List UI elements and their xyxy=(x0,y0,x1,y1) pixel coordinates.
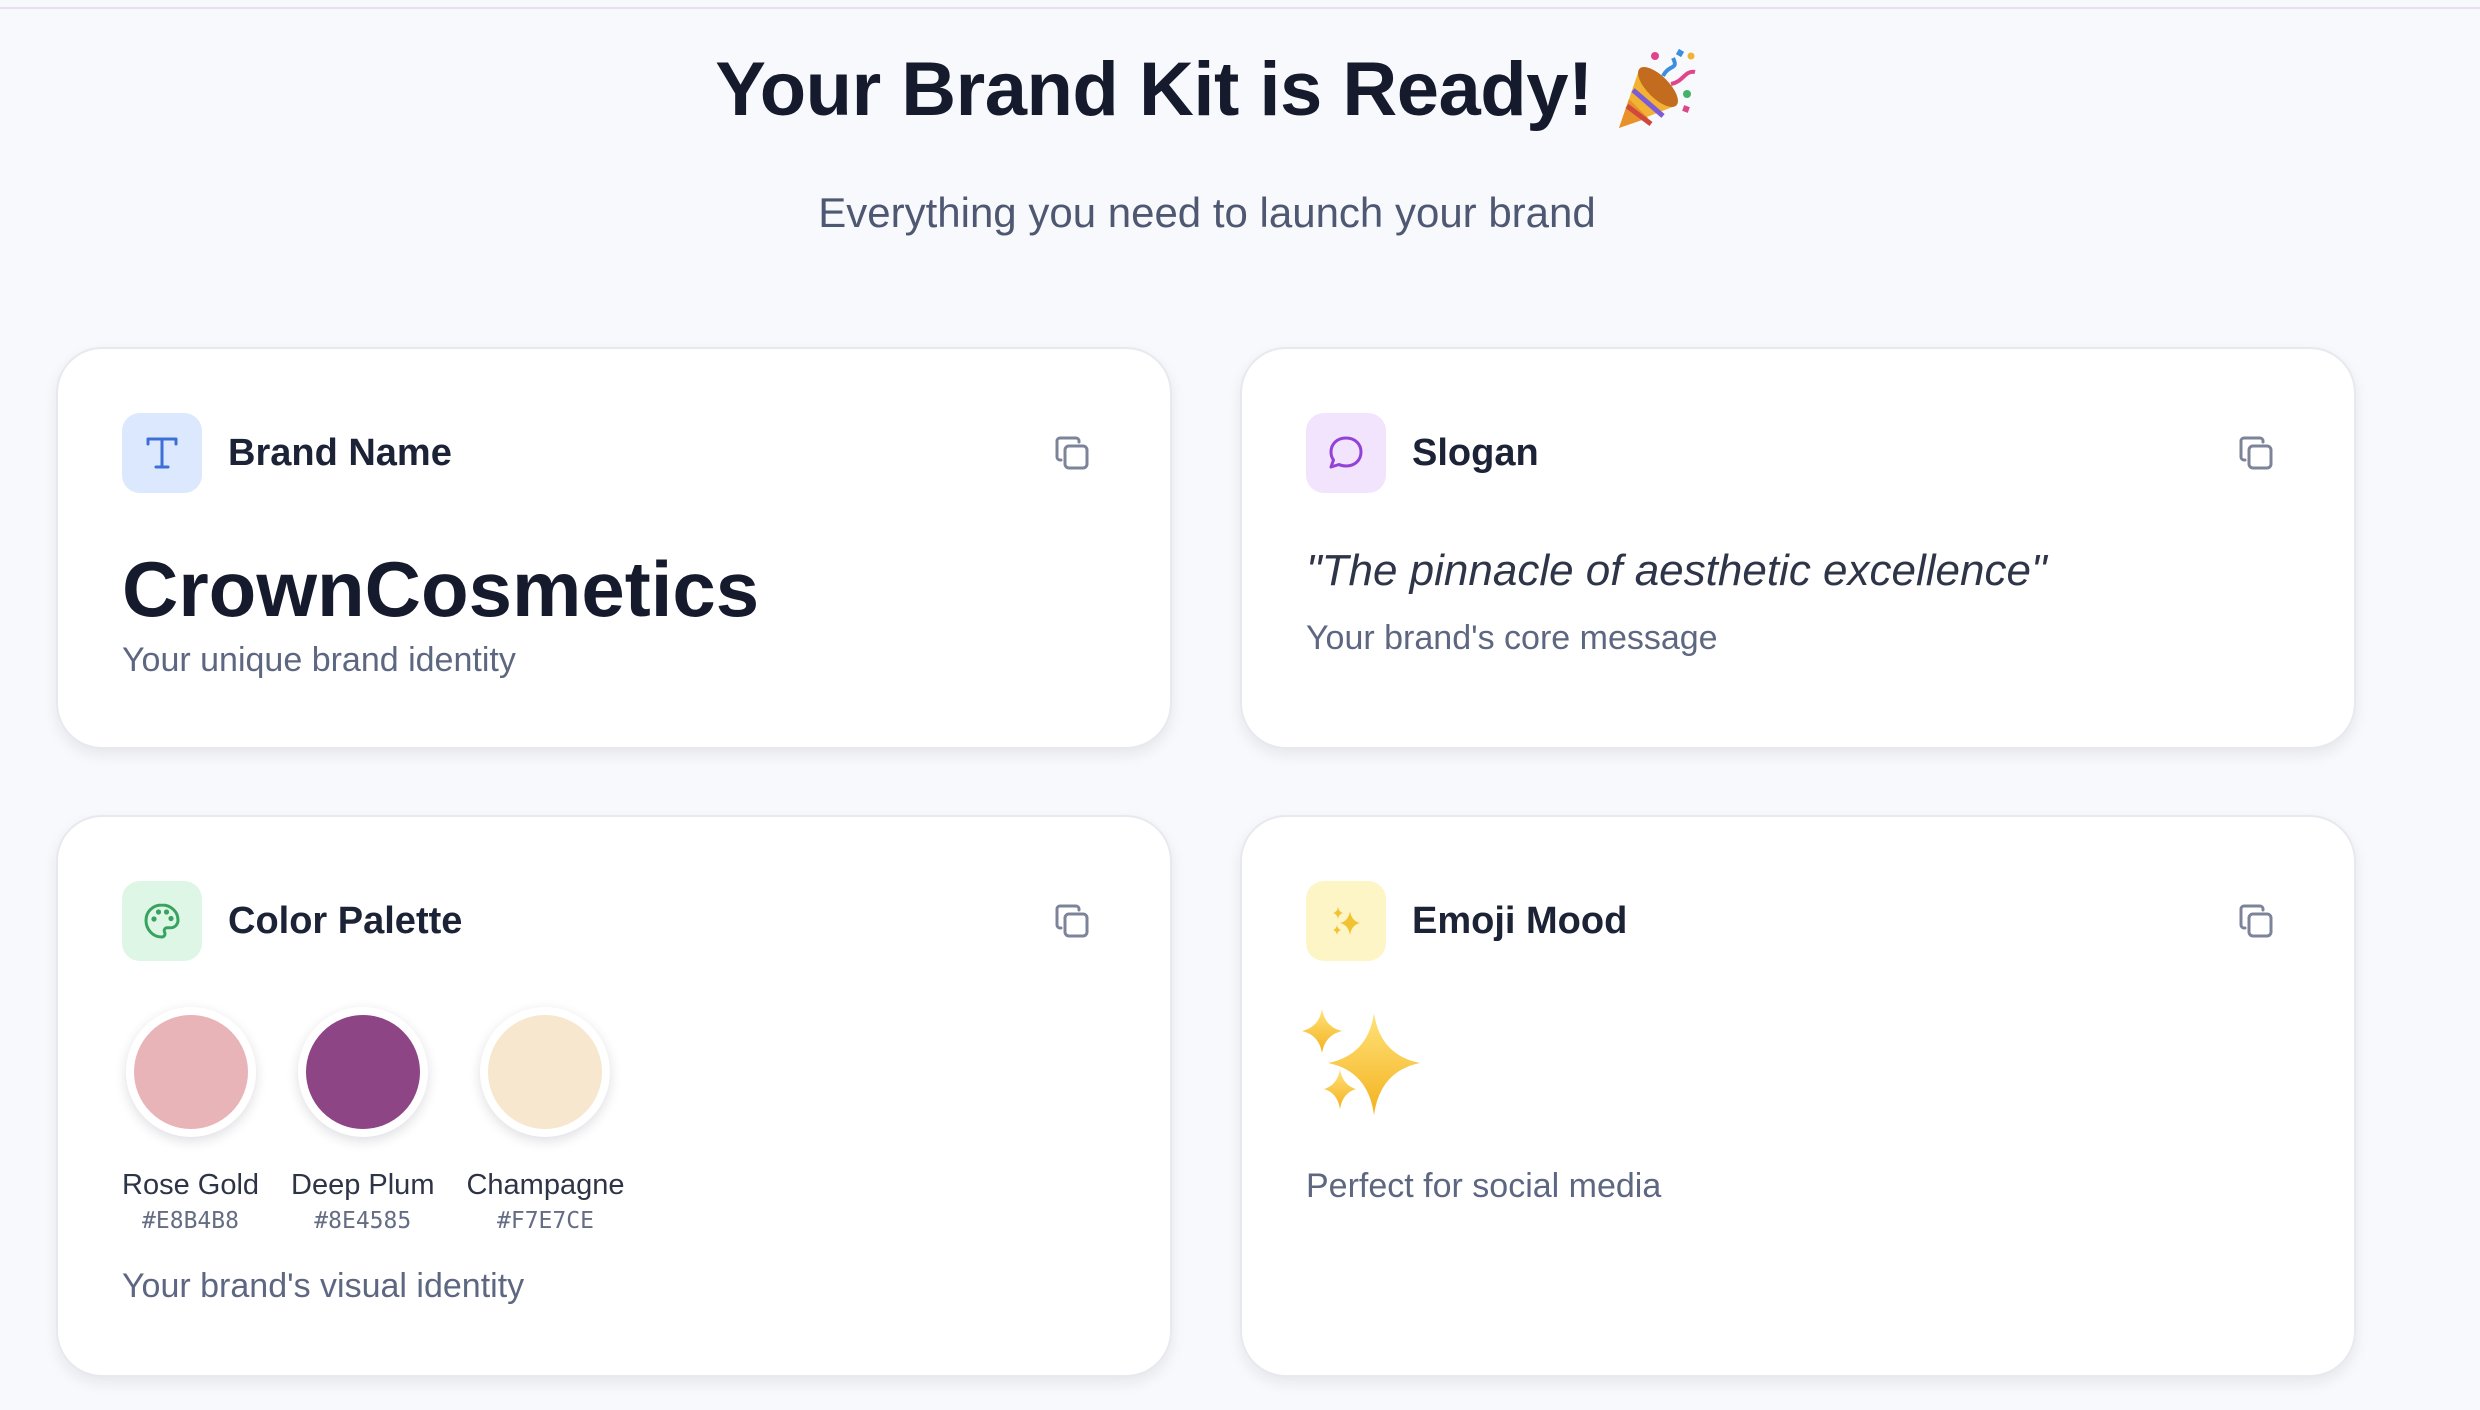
brand-name-value: CrownCosmetics xyxy=(122,545,760,633)
swatch-circle xyxy=(297,1007,428,1137)
color-swatch[interactable]: Rose Gold #E8B4B8 xyxy=(122,1007,259,1234)
swatch-circle xyxy=(480,1007,611,1137)
slogan-card: Slogan "The pinnacle of aesthetic excell… xyxy=(1240,347,2356,749)
card-title: Emoji Mood xyxy=(1412,899,1628,942)
card-header: Brand Name xyxy=(122,413,1106,493)
swatch-name: Champagne xyxy=(466,1169,625,1201)
color-swatch[interactable]: Deep Plum #8E4585 xyxy=(291,1007,434,1234)
copy-icon xyxy=(1055,436,1089,470)
party-popper-icon xyxy=(1618,48,1696,128)
swatch-hex: #8E4585 xyxy=(314,1208,412,1234)
swatch-hex: #F7E7CE xyxy=(497,1208,594,1234)
sparkles-icon xyxy=(1306,881,1386,961)
card-header: Color Palette xyxy=(122,881,1106,961)
brand-kit-page: Your Brand Kit is Ready! Everything you … xyxy=(0,0,2480,1410)
swatch-name: Rose Gold xyxy=(122,1169,260,1201)
brand-name-description: Your unique brand identity xyxy=(122,641,516,679)
slogan-description: Your brand's core message xyxy=(1306,619,1718,657)
emoji-mood-description: Perfect for social media xyxy=(1306,1167,1662,1205)
card-header: Emoji Mood xyxy=(1306,881,2290,961)
copy-button[interactable] xyxy=(1044,425,1100,481)
emoji-mood-card: Emoji Mood Perfect for social media xyxy=(1240,815,2356,1377)
copy-button[interactable] xyxy=(2228,893,2284,949)
page-title-row: Your Brand Kit is Ready! xyxy=(715,44,1699,136)
text-icon xyxy=(122,413,202,493)
copy-icon xyxy=(2239,436,2273,470)
page-title: Your Brand Kit is Ready! xyxy=(715,47,1593,132)
card-title: Color Palette xyxy=(228,899,463,942)
palette-icon xyxy=(122,881,202,961)
page-subtitle: Everything you need to launch your brand xyxy=(818,189,1596,236)
card-title: Brand Name xyxy=(228,431,452,474)
copy-button[interactable] xyxy=(1044,893,1100,949)
swatch-name: Deep Plum xyxy=(291,1169,435,1201)
color-swatch[interactable]: Champagne #F7E7CE xyxy=(466,1007,624,1234)
page-header: Your Brand Kit is Ready! Everything you … xyxy=(0,44,2414,238)
swatch-hex: #E8B4B8 xyxy=(142,1208,239,1234)
slogan-value: "The pinnacle of aesthetic excellence" xyxy=(1306,546,2047,595)
color-swatches: Rose Gold #E8B4B8 Deep Plum #8E4585 Cham… xyxy=(122,1007,624,1234)
copy-icon xyxy=(1055,904,1089,938)
palette-description: Your brand's visual identity xyxy=(122,1267,525,1305)
swatch-circle xyxy=(125,1007,256,1137)
color-palette-card: Color Palette Rose Gold #E8B4B8 Deep Plu… xyxy=(56,815,1172,1377)
sparkles-emoji xyxy=(1302,1009,1420,1115)
copy-icon xyxy=(2239,904,2273,938)
message-bubble-icon xyxy=(1306,413,1386,493)
copy-button[interactable] xyxy=(2228,425,2284,481)
top-divider xyxy=(0,7,2480,9)
card-title: Slogan xyxy=(1412,431,1539,474)
brand-name-card: Brand Name CrownCosmetics Your unique br… xyxy=(56,347,1172,749)
card-header: Slogan xyxy=(1306,413,2290,493)
